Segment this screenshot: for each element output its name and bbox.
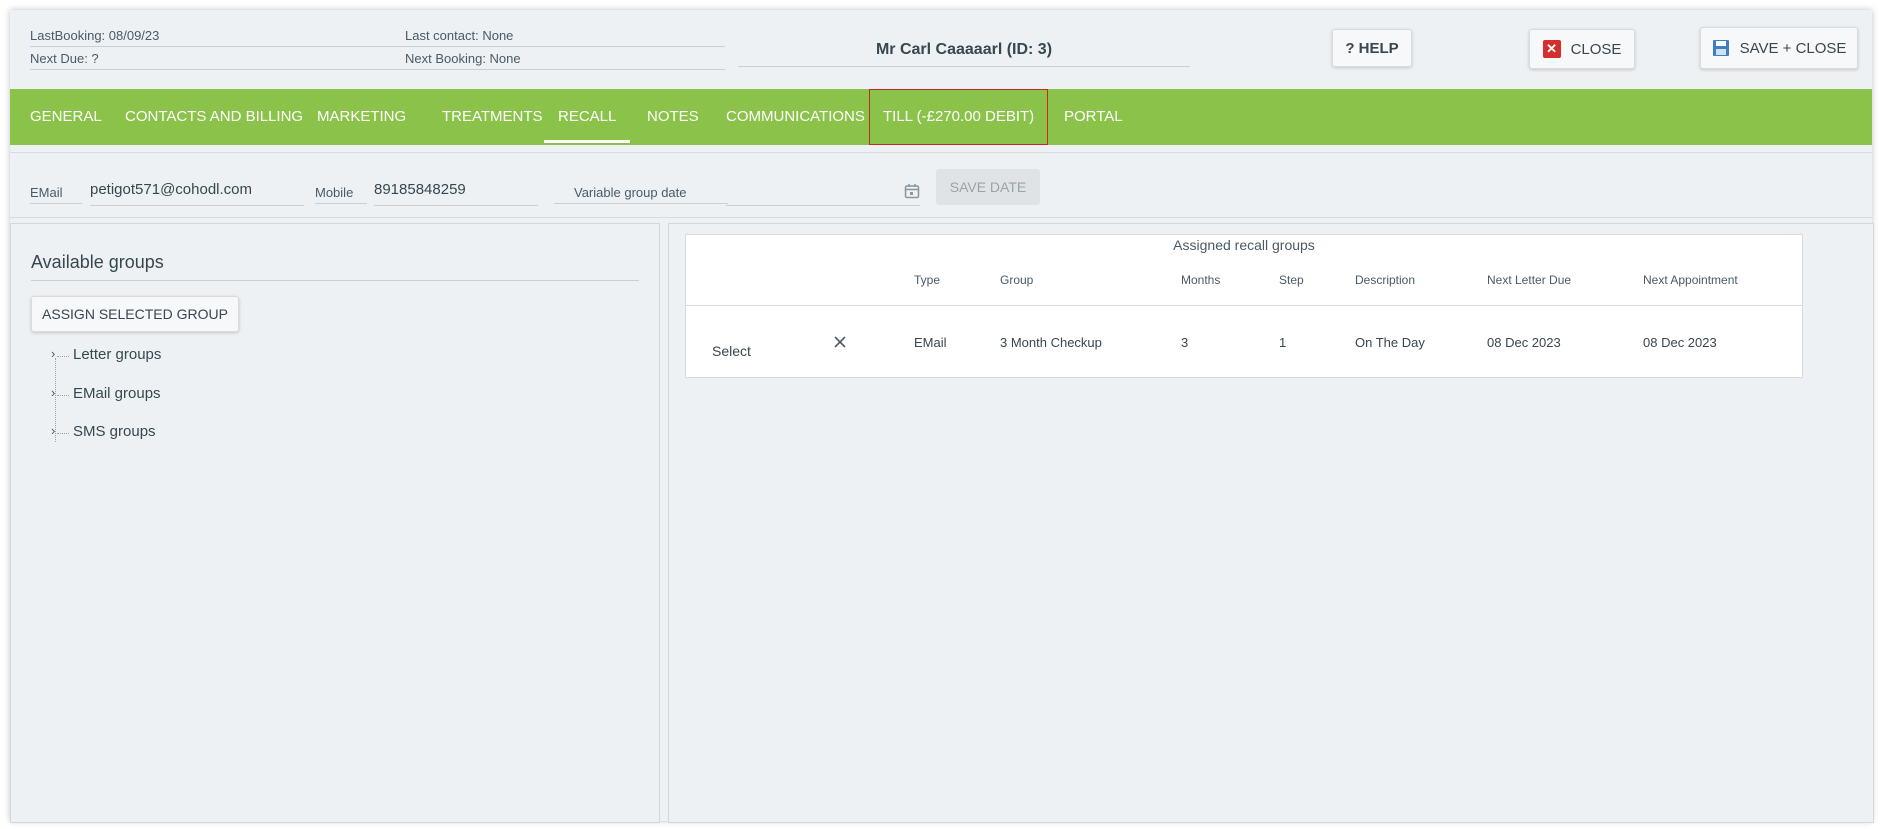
col-step: Step [1279,273,1304,287]
variable-date-field[interactable] [726,179,920,206]
tab-marketing[interactable]: MARKETING [303,89,420,145]
col-group: Group [1000,273,1034,287]
cell-type: EMail [914,335,947,350]
col-type: Type [914,273,941,287]
col-months: Months [1181,273,1221,287]
tree-dash [57,356,69,357]
next-booking: Next Booking: None [405,49,725,70]
tree-item-letter-groups[interactable]: › Letter groups [51,346,162,363]
tab-recall[interactable]: RECALL [544,89,631,145]
cell-step: 1 [1279,335,1287,350]
help-label: ? HELP [1345,39,1399,57]
remove-icon[interactable] [834,336,846,348]
tree-label: Letter groups [73,346,162,363]
cell-description: On The Day [1355,335,1425,350]
header-divider [686,305,1802,306]
col-next-letter-due: Next Letter Due [1487,273,1572,287]
close-button[interactable]: ✕ CLOSE [1529,29,1635,69]
last-booking: LastBooking: 08/09/23 [30,26,412,47]
save-close-label: SAVE + CLOSE [1739,39,1847,57]
patient-name: Mr Carl Caaaaarl (ID: 3) [738,36,1190,67]
available-groups-panel: Available groups ASSIGN SELECTED GROUP ›… [10,223,660,823]
chevron-right-icon[interactable]: › [51,385,55,400]
assign-label: ASSIGN SELECTED GROUP [42,306,228,322]
tab-communications[interactable]: COMMUNICATIONS [712,89,879,145]
mobile-label: Mobile [315,183,367,204]
tab-notes[interactable]: NOTES [633,89,713,145]
help-button[interactable]: ? HELP [1332,29,1412,67]
tab-contacts-billing[interactable]: CONTACTS AND BILLING [111,89,317,145]
tree-item-email-groups[interactable]: › EMail groups [51,385,161,402]
col-next-appointment: Next Appointment [1643,273,1738,287]
last-contact: Last contact: None [405,26,725,47]
tree-item-sms-groups[interactable]: › SMS groups [51,423,156,440]
assign-selected-group-button[interactable]: ASSIGN SELECTED GROUP [31,296,239,332]
cell-months: 3 [1181,335,1189,350]
save-date-button[interactable]: SAVE DATE [936,169,1040,205]
assigned-groups-panel: Assigned recall groups Type Group Months… [668,223,1874,823]
next-due: Next Due: ? [30,49,412,70]
tab-bar: GENERAL CONTACTS AND BILLING MARKETING T… [10,89,1872,145]
tree-label: EMail groups [73,385,161,402]
variable-date-label: Variable group date [554,183,728,204]
tab-general[interactable]: GENERAL [16,89,116,145]
tab-till[interactable]: TILL (-£270.00 DEBIT) [869,89,1049,145]
tree-label: SMS groups [73,423,156,440]
table-title: Assigned recall groups [1173,237,1315,253]
tree-dash [57,395,69,396]
tree-dash [57,433,69,434]
chevron-right-icon[interactable]: › [51,423,55,438]
chevron-right-icon[interactable]: › [51,346,55,361]
mobile-field[interactable]: 89185848259 [374,179,538,206]
email-field[interactable]: petigot571@cohodl.com [90,179,304,206]
save-icon [1712,40,1729,56]
patient-window: LastBooking: 08/09/23 Next Due: ? Last c… [10,10,1874,823]
close-label: CLOSE [1570,40,1622,58]
save-close-button[interactable]: SAVE + CLOSE [1700,27,1858,69]
close-icon: ✕ [1542,40,1561,58]
cell-group: 3 Month Checkup [1000,335,1102,350]
calendar-icon[interactable] [904,183,920,199]
select-link[interactable]: Select [712,343,751,359]
email-label: EMail [30,183,82,204]
contact-fields-row: EMail petigot571@cohodl.com Mobile 89185… [10,152,1872,218]
tab-treatments[interactable]: TREATMENTS [428,89,557,145]
tab-portal[interactable]: PORTAL [1050,89,1137,145]
available-groups-title: Available groups [31,252,639,281]
col-description: Description [1355,273,1416,287]
assigned-groups-table: Assigned recall groups Type Group Months… [685,234,1803,378]
cell-next-letter-due: 08 Dec 2023 [1487,335,1561,350]
cell-next-appointment: 08 Dec 2023 [1643,335,1717,350]
